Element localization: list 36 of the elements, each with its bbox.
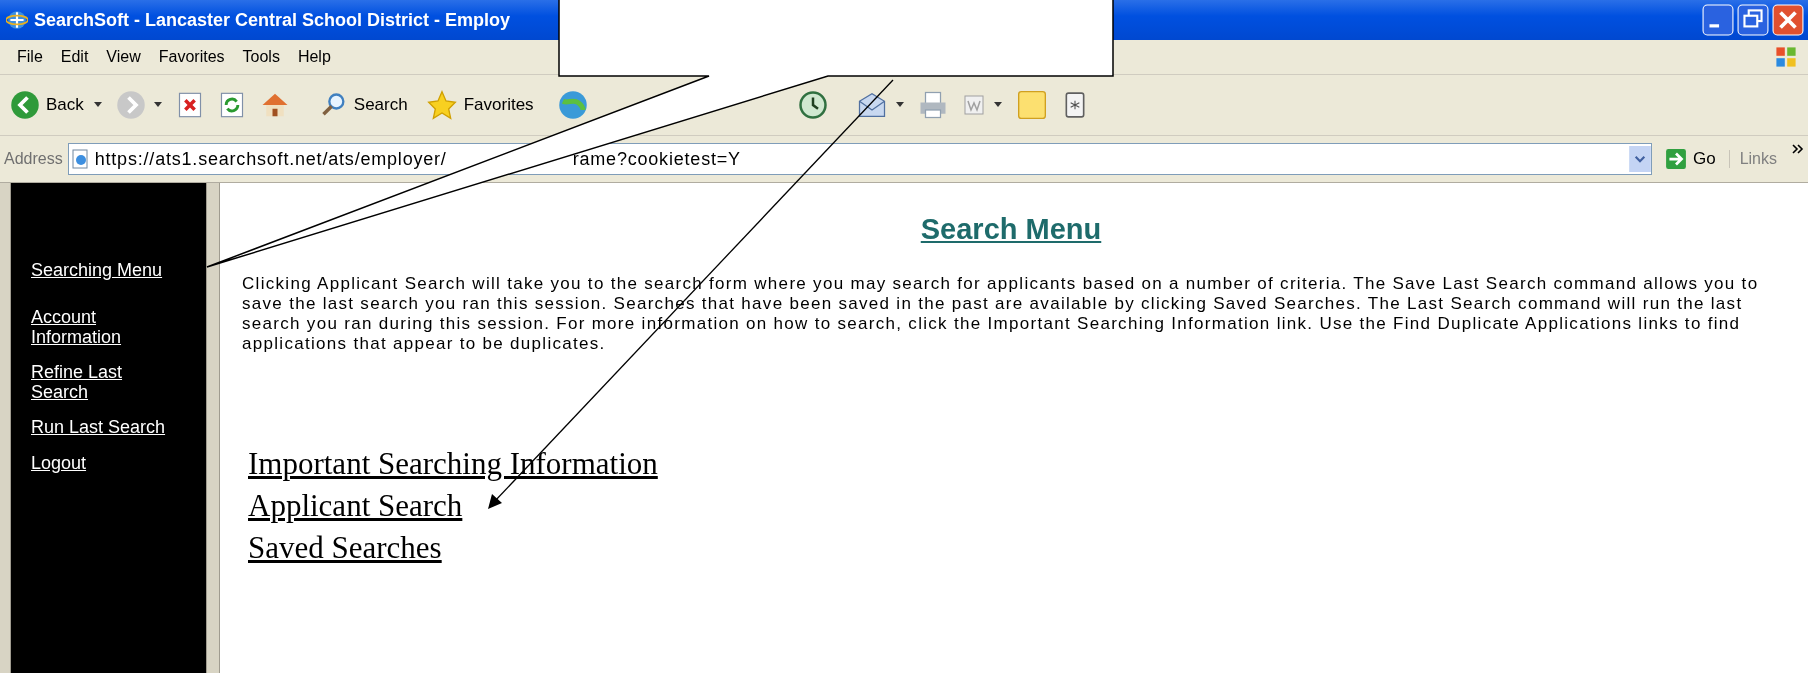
menu-item[interactable]: View bbox=[97, 48, 150, 66]
menu-item[interactable]: Help bbox=[288, 48, 340, 66]
menu-link[interactable]: Saved Searches bbox=[248, 530, 442, 566]
window-title: SearchSoft - Lancaster Central School District - Employ bbox=[34, 9, 511, 31]
menu-item[interactable]: Favorites bbox=[149, 48, 234, 66]
maximize-button[interactable] bbox=[1737, 4, 1769, 36]
globe-icon[interactable] bbox=[557, 90, 588, 120]
caret-icon[interactable] bbox=[895, 102, 904, 108]
sidebar-link[interactable]: Logout bbox=[31, 453, 181, 474]
favorites-button[interactable]: Favorites bbox=[423, 89, 536, 121]
address-label: Address bbox=[4, 150, 63, 168]
page-icon bbox=[70, 149, 91, 169]
sidebar-link[interactable]: Refine Last Search bbox=[31, 363, 181, 403]
menu-item[interactable]: File bbox=[8, 48, 52, 66]
windows-logo-icon bbox=[1774, 45, 1798, 69]
sidebar-link[interactable]: Searching Menu bbox=[31, 261, 181, 281]
menu-link[interactable]: Applicant Search bbox=[248, 488, 463, 524]
caret-icon[interactable] bbox=[93, 102, 102, 108]
dropdown-icon[interactable] bbox=[1628, 146, 1651, 172]
search-button[interactable]: Search bbox=[317, 91, 410, 119]
close-button[interactable] bbox=[1772, 4, 1804, 36]
page-heading: Search Menu bbox=[919, 213, 1103, 246]
clock-icon[interactable] bbox=[797, 90, 828, 120]
go-button[interactable]: Go bbox=[1656, 148, 1724, 170]
menu-item[interactable]: Edit bbox=[51, 48, 98, 66]
address-field[interactable]: https://ats1.searchsoft.net/ats/employer/ rame?cookietest=Y bbox=[67, 143, 1652, 175]
sidebar-link[interactable]: Account Information bbox=[31, 308, 181, 348]
star-icon bbox=[425, 89, 458, 121]
caret-icon[interactable] bbox=[153, 102, 162, 108]
menu-item[interactable]: Tools bbox=[233, 48, 289, 66]
back-button[interactable]: Back bbox=[8, 90, 86, 120]
browser-icon bbox=[6, 9, 28, 31]
caret-icon[interactable] bbox=[993, 102, 1002, 108]
chevron-icon[interactable] bbox=[1792, 144, 1804, 154]
minimize-button[interactable] bbox=[1702, 4, 1734, 36]
sidebar-link[interactable]: Run Last Search bbox=[31, 418, 181, 438]
